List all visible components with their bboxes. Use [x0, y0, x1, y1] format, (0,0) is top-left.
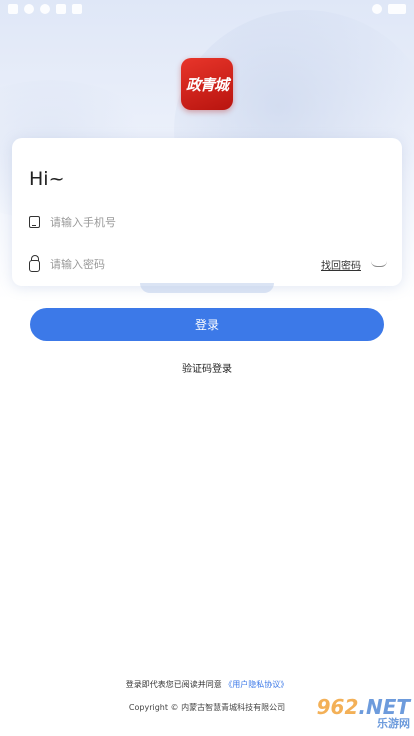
- phone-icon: [29, 216, 40, 228]
- code-login-link[interactable]: 验证码登录: [0, 360, 414, 375]
- password-input[interactable]: [50, 257, 321, 271]
- app-icon: [24, 4, 34, 14]
- signal-icon: [8, 4, 18, 14]
- app-icon: [40, 4, 50, 14]
- app-logo: 政青城: [181, 58, 233, 110]
- login-button[interactable]: 登录: [30, 308, 384, 341]
- wifi-icon: [372, 4, 382, 14]
- agreement-text: 登录即代表您已阅读并同意 《用户隐私协议》: [0, 679, 414, 690]
- code-login-label[interactable]: 验证码登录: [182, 364, 232, 375]
- password-field[interactable]: 找回密码: [29, 252, 387, 276]
- watermark-number: 962.NET: [316, 694, 410, 719]
- forgot-password-link[interactable]: 找回密码: [321, 257, 361, 272]
- status-bar: [0, 0, 414, 18]
- eye-closed-icon[interactable]: [371, 261, 387, 267]
- watermark-site: 乐游网: [377, 716, 410, 730]
- phone-field[interactable]: [29, 210, 387, 234]
- login-card: Hi~ 找回密码: [12, 138, 402, 286]
- phone-input[interactable]: [50, 215, 387, 229]
- battery-icon: [388, 4, 406, 14]
- lock-icon: [29, 255, 40, 272]
- agreement-prefix: 登录即代表您已阅读并同意: [125, 680, 222, 689]
- logo-text: 政青城: [185, 75, 229, 94]
- site-watermark: 962.NET 乐游网: [278, 694, 410, 732]
- privacy-agreement-link[interactable]: 《用户隐私协议》: [224, 680, 288, 689]
- download-icon: [56, 4, 66, 14]
- app-icon: [72, 4, 82, 14]
- greeting-title: Hi~: [29, 168, 65, 190]
- card-decoration: [140, 283, 274, 293]
